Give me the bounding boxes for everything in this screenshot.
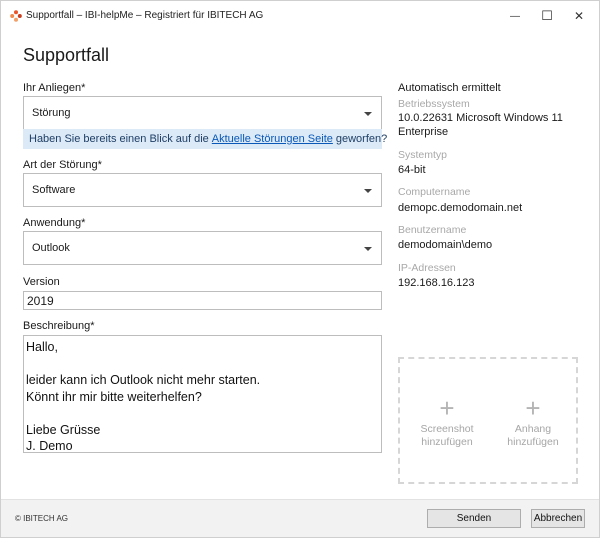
auto-detected-title: Automatisch ermittelt [398, 82, 501, 94]
minimize-icon: — [510, 10, 520, 22]
systemtyp-key: Systemtyp [398, 149, 448, 161]
close-button[interactable]: ✕ [563, 1, 595, 31]
anhang-label-1: Anhang [514, 423, 552, 435]
maximize-icon: ☐ [541, 8, 553, 23]
systemtyp-value: 64-bit [398, 164, 426, 176]
chevron-down-icon [364, 247, 372, 251]
minimize-button[interactable]: — [499, 1, 531, 31]
anhang-label-2: hinzufügen [507, 436, 559, 448]
version-label: Version [23, 276, 60, 288]
close-icon: ✕ [573, 9, 585, 23]
art-value: Software [32, 184, 76, 196]
chevron-down-icon [364, 189, 372, 193]
info-banner: Haben Sie bereits einen Blick auf die Ak… [23, 129, 387, 149]
attachment-dropzone: + Screenshot hinzufügen + Anhang hinzufü… [398, 357, 578, 484]
window-title: Supportfall – IBI-helpMe – Registriert f… [26, 10, 264, 21]
copyright-text: © IBITECH AG [15, 514, 69, 523]
anwendung-select[interactable]: Outlook [23, 231, 382, 265]
ip-value: 192.168.16.123 [398, 277, 475, 289]
aktuelle-stoerungen-link[interactable]: Aktuelle Störungen Seite [212, 133, 333, 145]
send-button[interactable]: Senden [427, 509, 521, 528]
anliegen-value: Störung [32, 107, 71, 119]
os-value: 10.0.22631 Microsoft Windows 11 Enterpri… [398, 112, 563, 138]
info-suffix: geworfen? [335, 133, 388, 145]
plus-icon: + [525, 393, 541, 423]
info-prefix: Haben Sie bereits einen Blick auf die [29, 133, 209, 145]
app-logo-icon [10, 10, 22, 22]
add-screenshot-button[interactable]: + Screenshot hinzufügen [402, 393, 492, 449]
benutzername-key: Benutzername [398, 224, 467, 236]
anwendung-label: Anwendung* [23, 217, 86, 229]
anliegen-select[interactable]: Störung [23, 96, 382, 130]
anwendung-value: Outlook [32, 242, 70, 254]
beschreibung-label: Beschreibung* [23, 320, 95, 332]
art-select[interactable]: Software [23, 173, 382, 207]
footer-bar: © IBITECH AG Senden Abbrechen [1, 499, 599, 537]
os-key: Betriebssystem [398, 98, 470, 110]
page-title: Supportfall [23, 45, 110, 65]
app-window: Supportfall – IBI-helpMe – Registriert f… [0, 0, 600, 538]
art-label: Art der Störung* [23, 159, 102, 171]
add-attachment-button[interactable]: + Anhang hinzufügen [488, 393, 578, 449]
benutzername-value: demodomain\demo [398, 239, 493, 251]
ip-key: IP-Adressen [398, 262, 456, 274]
maximize-button[interactable]: ☐ [531, 1, 563, 31]
plus-icon: + [439, 393, 455, 423]
title-bar: Supportfall – IBI-helpMe – Registriert f… [1, 1, 599, 31]
beschreibung-textarea[interactable]: Hallo, leider kann ich Outlook nicht meh… [23, 335, 382, 453]
chevron-down-icon [364, 112, 372, 116]
computername-key: Computername [398, 186, 471, 198]
anliegen-label: Ihr Anliegen* [23, 82, 86, 94]
cancel-button[interactable]: Abbrechen [531, 509, 585, 528]
screenshot-label-1: Screenshot [420, 423, 474, 435]
version-input[interactable]: 2019 [23, 291, 382, 310]
computername-value: demopc.demodomain.net [398, 202, 523, 214]
screenshot-label-2: hinzufügen [421, 436, 473, 448]
